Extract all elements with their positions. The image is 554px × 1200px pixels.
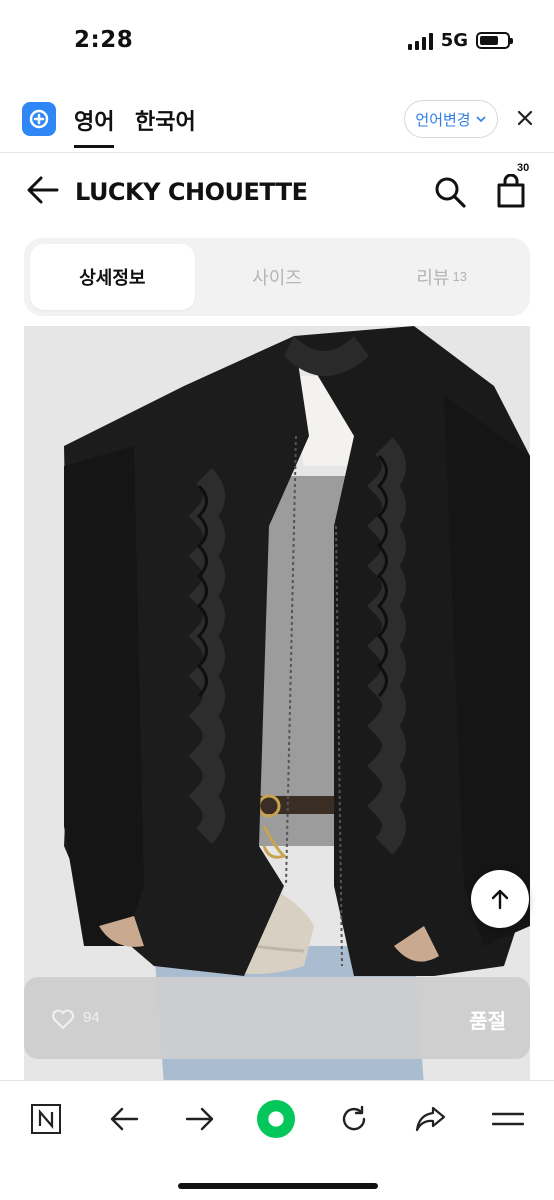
change-language-label: 언어변경 <box>415 111 471 129</box>
battery-icon <box>476 32 513 49</box>
browser-toolbar <box>0 1080 554 1200</box>
green-dot-button[interactable] <box>256 1099 296 1139</box>
green-dot-icon <box>256 1099 296 1139</box>
sold-out-label: 품절 <box>469 1011 506 1033</box>
tab-english[interactable]: 영어 <box>74 104 115 148</box>
close-icon[interactable] <box>514 107 536 129</box>
like-count: 94 <box>83 1009 100 1026</box>
tab-reviews[interactable]: 리뷰 13 <box>359 244 524 310</box>
naver-home-button[interactable] <box>26 1099 66 1139</box>
share-icon <box>415 1106 446 1132</box>
scroll-top-button[interactable] <box>471 870 529 928</box>
shop-header: LUCKY CHOUETTE 30 <box>0 160 554 222</box>
share-button[interactable] <box>410 1099 450 1139</box>
heart-icon[interactable] <box>51 1008 75 1030</box>
page-title: LUCKY CHOUETTE <box>75 178 308 206</box>
tab-details[interactable]: 상세정보 <box>30 244 195 310</box>
refresh-icon <box>342 1105 366 1131</box>
status-indicators: 5G <box>407 30 513 51</box>
refresh-button[interactable] <box>334 1099 374 1139</box>
papago-logo-icon <box>22 102 56 136</box>
shopping-bag-icon[interactable] <box>496 174 526 208</box>
browser-back-icon <box>110 1107 139 1131</box>
review-count: 13 <box>452 268 467 284</box>
cart-count-badge: 30 <box>517 162 530 174</box>
naver-n-icon <box>31 1104 61 1134</box>
browser-forward-icon <box>185 1107 214 1131</box>
status-time: 2:28 <box>74 27 134 53</box>
tab-size-label: 사이즈 <box>252 268 302 288</box>
purchase-bar: 94 품절 <box>24 977 530 1059</box>
change-language-button[interactable]: 언어변경 <box>404 100 498 138</box>
network-label: 5G <box>440 30 468 51</box>
arrow-up-icon <box>491 889 509 910</box>
tab-size[interactable]: 사이즈 <box>195 244 360 310</box>
search-icon[interactable] <box>434 176 466 208</box>
home-indicator <box>178 1183 378 1189</box>
signal-icon <box>407 32 433 50</box>
tab-details-label: 상세정보 <box>79 268 146 288</box>
back-arrow-icon[interactable] <box>26 175 60 205</box>
product-tabs: 상세정보 사이즈 리뷰 13 <box>24 238 530 316</box>
product-image <box>24 326 530 1086</box>
menu-icon <box>492 1112 524 1126</box>
translate-bar: 영어 한국어 언어변경 <box>0 90 554 153</box>
status-bar: 2:28 5G <box>0 0 554 80</box>
menu-button[interactable] <box>488 1099 528 1139</box>
tab-reviews-label: 리뷰 <box>416 268 450 288</box>
tab-korean[interactable]: 한국어 <box>135 104 196 136</box>
browser-forward-button[interactable] <box>180 1099 220 1139</box>
browser-back-button[interactable] <box>104 1099 144 1139</box>
chevron-down-icon <box>476 116 486 123</box>
